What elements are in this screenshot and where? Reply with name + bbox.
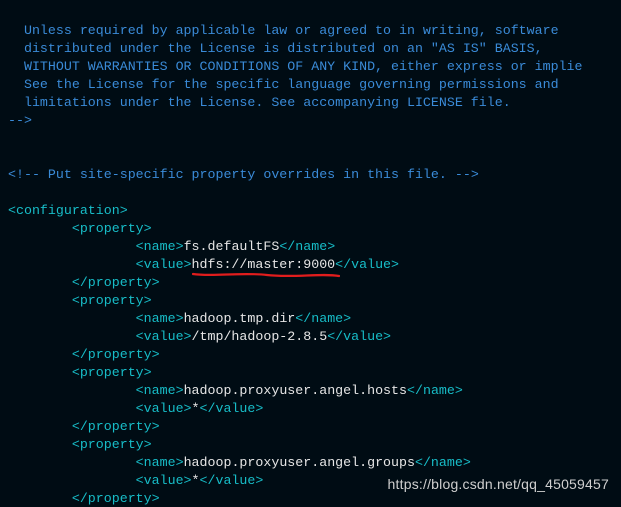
name-open-tag: <name> <box>136 383 184 398</box>
property-name: hadoop.proxyuser.angel.hosts <box>184 383 407 398</box>
license-comment-end: --> <box>8 113 32 128</box>
value-open-tag: <value> <box>136 401 192 416</box>
name-close-tag: </name> <box>415 455 471 470</box>
property-close-tag: </property> <box>72 491 160 506</box>
property-close-tag: </property> <box>72 347 160 362</box>
value-open-tag: <value> <box>136 257 192 272</box>
property-value: hdfs://master:9000 <box>192 257 336 272</box>
property-close-tag: </property> <box>72 275 160 290</box>
property-close-tag: </property> <box>72 419 160 434</box>
license-line: WITHOUT WARRANTIES OR CONDITIONS OF ANY … <box>8 59 583 74</box>
value-close-tag: </value> <box>200 473 264 488</box>
value-close-tag: </value> <box>200 401 264 416</box>
name-close-tag: </name> <box>407 383 463 398</box>
value-open-tag: <value> <box>136 473 192 488</box>
property-name: fs.defaultFS <box>184 239 280 254</box>
license-line: See the License for the specific languag… <box>8 77 559 92</box>
property-name: hadoop.proxyuser.angel.groups <box>184 455 415 470</box>
property-open-tag: <property> <box>72 437 152 452</box>
code-editor: Unless required by applicable law or agr… <box>0 0 621 507</box>
hint-comment-text: Put site-specific property overrides in … <box>40 167 455 182</box>
property-value: /tmp/hadoop-2.8.5 <box>192 329 328 344</box>
name-close-tag: </name> <box>279 239 335 254</box>
license-line: Unless required by applicable law or agr… <box>8 23 559 38</box>
value-close-tag: </value> <box>327 329 391 344</box>
name-open-tag: <name> <box>136 311 184 326</box>
property-open-tag: <property> <box>72 221 152 236</box>
property-value: * <box>192 473 200 488</box>
configuration-open-tag: <configuration> <box>8 203 128 218</box>
property-open-tag: <property> <box>72 365 152 380</box>
watermark: https://blog.csdn.net/qq_45059457 <box>388 475 609 493</box>
value-close-tag: </value> <box>335 257 399 272</box>
license-line: distributed under the License is distrib… <box>8 41 543 56</box>
name-open-tag: <name> <box>136 239 184 254</box>
property-value: * <box>192 401 200 416</box>
property-open-tag: <property> <box>72 293 152 308</box>
name-close-tag: </name> <box>295 311 351 326</box>
value-open-tag: <value> <box>136 329 192 344</box>
property-name: hadoop.tmp.dir <box>184 311 296 326</box>
hint-comment-close: --> <box>455 167 479 182</box>
license-line: limitations under the License. See accom… <box>8 95 511 110</box>
hint-comment-open: <!-- <box>8 167 40 182</box>
name-open-tag: <name> <box>136 455 184 470</box>
